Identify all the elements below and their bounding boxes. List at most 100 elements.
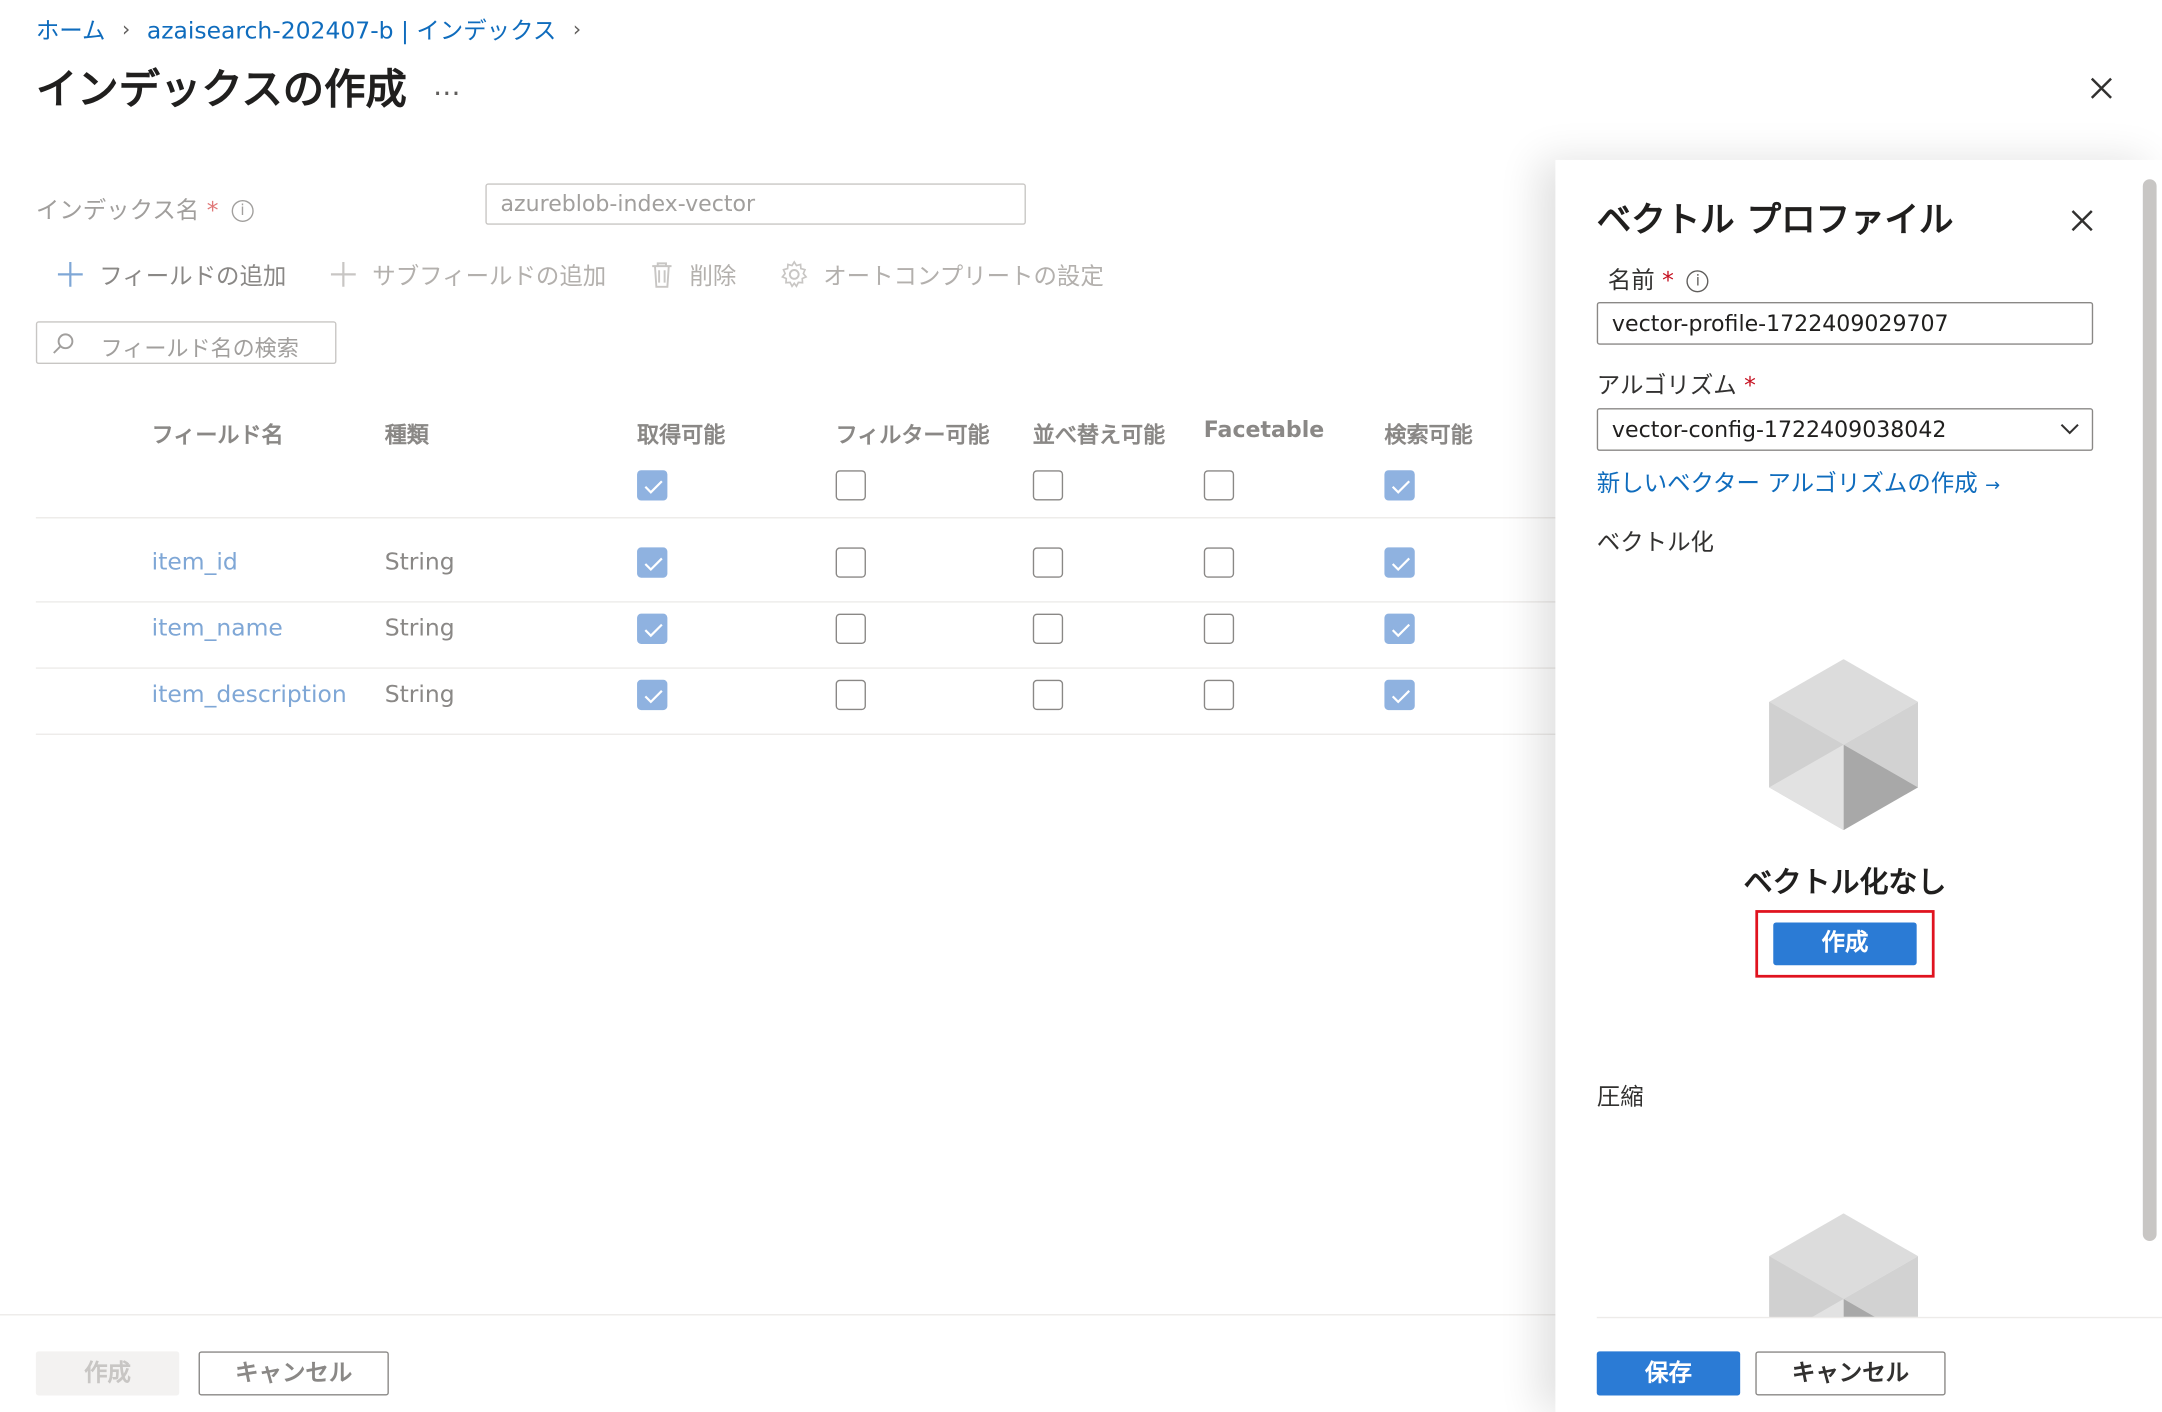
checkmark-icon: [1391, 557, 1411, 572]
row-checkbox-sortable[interactable]: [1032, 679, 1064, 711]
index-name-label-text: インデックス名: [35, 197, 200, 225]
field-type: String: [384, 681, 455, 709]
more-options-button[interactable]: …: [433, 69, 461, 102]
autocomplete-settings-button[interactable]: オートコンプリートの設定: [779, 256, 1104, 291]
chevron-down-icon: [2060, 423, 2079, 435]
row-checkbox-retrievable[interactable]: [637, 613, 668, 644]
row-checkbox-sortable[interactable]: [1032, 547, 1064, 578]
checkmark-icon: [1391, 623, 1411, 638]
row-checkbox-filterable[interactable]: [835, 679, 866, 711]
column-header-facetable[interactable]: Facetable: [1204, 416, 1324, 442]
profile-name-label-text: 名前: [1607, 267, 1655, 296]
algorithm-label: アルゴリズム *: [1596, 365, 1756, 400]
row-checkbox-filterable[interactable]: [835, 613, 866, 644]
delete-button[interactable]: 削除: [648, 256, 737, 291]
row-divider: [35, 733, 1556, 735]
row-checkbox-searchable[interactable]: [1384, 679, 1415, 711]
panel-scrollbar-thumb[interactable]: [2142, 179, 2157, 1242]
add-subfield-button[interactable]: サブフィールドの追加: [328, 256, 607, 291]
checkmark-icon: [644, 623, 663, 638]
required-marker: *: [206, 197, 219, 225]
column-header-type[interactable]: 種類: [385, 416, 429, 449]
header-checkbox-sortable[interactable]: [1032, 470, 1064, 501]
info-icon[interactable]: i: [231, 199, 254, 223]
footer-divider: [0, 1314, 1556, 1316]
compression-illustration: [1769, 1213, 1919, 1317]
save-button[interactable]: 保存: [1596, 1351, 1741, 1396]
column-header-filterable[interactable]: フィルター可能: [836, 416, 990, 449]
field-name-link[interactable]: item_id: [152, 549, 238, 577]
algorithm-select[interactable]: vector-config-1722409038042: [1596, 408, 2094, 451]
info-icon[interactable]: i: [1686, 270, 1709, 293]
close-icon[interactable]: [2066, 204, 2099, 237]
plus-icon: [330, 261, 356, 287]
search-icon: [53, 333, 74, 354]
empty-cube-icon: [1769, 1213, 1919, 1317]
index-name-label: インデックス名 * i: [35, 190, 254, 225]
index-name-input[interactable]: azureblob-index-vector: [485, 183, 1026, 225]
row-checkbox-retrievable[interactable]: [637, 547, 668, 578]
header-checkbox-facetable[interactable]: [1203, 470, 1235, 501]
panel-cancel-button[interactable]: キャンセル: [1755, 1351, 1946, 1396]
row-checkbox-searchable[interactable]: [1384, 547, 1415, 578]
create-vectorizer-button[interactable]: 作成: [1773, 922, 1917, 966]
checkmark-icon: [644, 480, 663, 494]
new-algorithm-link-text: 新しいベクター アルゴリズムの作成: [1596, 470, 1978, 498]
create-button[interactable]: 作成: [35, 1351, 180, 1396]
page-title: インデックスの作成: [35, 66, 407, 115]
panel-footer-divider: [1596, 1316, 2162, 1319]
delete-label: 削除: [689, 263, 737, 291]
checkmark-icon: [1391, 480, 1411, 494]
algorithm-label-text: アルゴリズム: [1596, 372, 1737, 400]
chevron-right-icon: ›: [122, 15, 131, 41]
add-field-button[interactable]: フィールドの追加: [55, 256, 287, 291]
breadcrumb-home[interactable]: ホーム: [36, 11, 106, 46]
profile-name-input[interactable]: vector-profile-1722409029707: [1596, 301, 2094, 345]
panel-title: ベクトル プロファイル: [1596, 199, 1954, 240]
field-name-link[interactable]: item_description: [152, 681, 347, 709]
row-checkbox-facetable[interactable]: [1203, 547, 1235, 578]
checkmark-icon: [644, 557, 663, 572]
plus-icon: [57, 261, 83, 287]
required-marker: *: [1662, 267, 1674, 296]
trash-icon: [652, 261, 672, 288]
row-checkbox-sortable[interactable]: [1032, 613, 1064, 644]
header-checkbox-searchable[interactable]: [1384, 470, 1415, 501]
row-divider: [35, 517, 1556, 519]
field-type: String: [384, 548, 455, 577]
row-checkbox-filterable[interactable]: [835, 547, 866, 578]
checkmark-icon: [644, 690, 663, 704]
cancel-button[interactable]: キャンセル: [198, 1351, 389, 1396]
empty-state-title: ベクトル化なし: [1743, 865, 1947, 900]
gear-icon: [781, 259, 808, 288]
row-divider: [35, 601, 1556, 603]
field-search-box[interactable]: フィールド名の検索: [35, 321, 337, 365]
close-icon[interactable]: [2082, 69, 2121, 108]
autocomplete-label: オートコンプリートの設定: [823, 263, 1104, 291]
breadcrumb-index[interactable]: azaisearch-202407-b | インデックス: [147, 11, 556, 46]
compression-label: 圧縮: [1596, 1083, 1644, 1112]
header-checkbox-filterable[interactable]: [835, 470, 866, 501]
column-header-sortable[interactable]: 並べ替え可能: [1033, 416, 1168, 449]
new-algorithm-link[interactable]: 新しいベクター アルゴリズムの作成 →: [1596, 463, 2001, 498]
field-type: String: [384, 614, 455, 643]
column-header-retrievable[interactable]: 取得可能: [637, 416, 725, 449]
add-subfield-label: サブフィールドの追加: [372, 263, 607, 291]
column-header-searchable[interactable]: 検索可能: [1384, 416, 1472, 449]
row-divider: [35, 667, 1556, 669]
arrow-right-icon: →: [1985, 475, 2001, 497]
row-checkbox-searchable[interactable]: [1384, 613, 1415, 644]
chevron-right-icon: ›: [572, 15, 582, 41]
row-checkbox-facetable[interactable]: [1203, 613, 1235, 644]
row-checkbox-retrievable[interactable]: [637, 679, 668, 711]
row-checkbox-facetable[interactable]: [1203, 679, 1235, 711]
field-name-link[interactable]: item_name: [152, 615, 283, 643]
header-checkbox-retrievable[interactable]: [637, 470, 668, 501]
field-search-input[interactable]: フィールド名の検索: [101, 330, 299, 363]
vectorization-label: ベクトル化: [1596, 529, 1714, 558]
column-header-field-name[interactable]: フィールド名: [152, 416, 284, 449]
add-field-label: フィールドの追加: [99, 263, 287, 291]
required-marker: *: [1744, 372, 1756, 400]
breadcrumb: ホーム › azaisearch-202407-b | インデックス ›: [36, 11, 582, 46]
checkmark-icon: [1391, 690, 1411, 704]
